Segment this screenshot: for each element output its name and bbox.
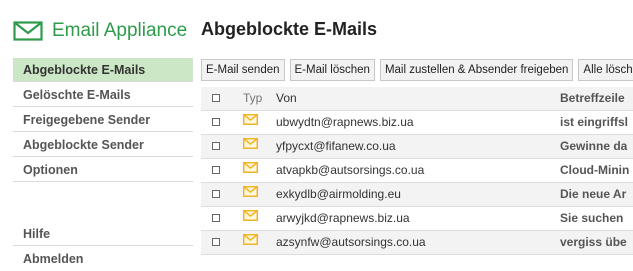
sidebar-item-optionen[interactable]: Optionen <box>13 158 193 182</box>
subject: Gewinne da <box>560 139 628 153</box>
sender-address: atvapkb@autsorsings.co.ua <box>276 163 425 177</box>
row-checkbox[interactable] <box>212 159 226 183</box>
sender-address: ubwydtn@rapnews.biz.ua <box>276 115 414 129</box>
table-row[interactable]: yfpycxt@fifanew.co.ua Gewinne da <box>201 135 633 159</box>
sidebar: Abgeblockte E-Mails Gelöschte E-Mails Fr… <box>13 58 193 271</box>
app-title: Email Appliance <box>52 20 188 41</box>
app-logo: Email Appliance <box>13 15 187 47</box>
column-header-typ[interactable]: Typ <box>243 87 269 111</box>
row-checkbox[interactable] <box>212 183 226 207</box>
sidebar-item-freigegebene-sender[interactable]: Freigegebene Sender <box>13 108 193 132</box>
sender-address: yfpycxt@fifanew.co.ua <box>276 139 396 153</box>
sidebar-item-abgeblockte-emails[interactable]: Abgeblockte E-Mails <box>13 58 193 82</box>
delete-all-button[interactable]: Alle löschen <box>578 59 633 81</box>
delete-email-button[interactable]: E-Mail löschen <box>289 59 375 81</box>
row-checkbox[interactable] <box>212 111 226 135</box>
row-checkbox[interactable] <box>212 207 226 231</box>
envelope-icon <box>243 231 258 253</box>
email-table: Typ Von Betreffzeile ubwydtn@rapnews.biz… <box>201 87 633 255</box>
envelope-icon <box>243 111 258 133</box>
table-row[interactable]: ubwydtn@rapnews.biz.ua ist eingriffsl <box>201 111 633 135</box>
table-row[interactable]: azsynfw@autsorsings.co.ua vergiss übe <box>201 231 633 255</box>
page-title: Abgeblockte E-Mails <box>201 19 378 39</box>
sender-address: exkydlb@airmolding.eu <box>276 187 401 201</box>
send-email-button[interactable]: E-Mail senden <box>201 59 285 81</box>
sidebar-item-hilfe[interactable]: Hilfe <box>13 222 193 246</box>
select-all-checkbox[interactable] <box>212 87 226 111</box>
table-row[interactable]: atvapkb@autsorsings.co.ua Cloud-Minin <box>201 159 633 183</box>
table-header: Typ Von Betreffzeile <box>201 87 633 111</box>
envelope-icon <box>243 159 258 181</box>
column-header-von[interactable]: Von <box>276 87 556 111</box>
deliver-and-release-sender-button[interactable]: Mail zustellen & Absender freigeben <box>379 59 574 81</box>
toolbar: E-Mail senden E-Mail löschen Mail zustel… <box>201 59 633 83</box>
sidebar-item-geloeschte-emails[interactable]: Gelöschte E-Mails <box>13 83 193 107</box>
subject: Sie suchen <box>560 211 624 225</box>
subject: ist eingriffsl <box>560 115 629 129</box>
row-checkbox[interactable] <box>212 231 226 255</box>
envelope-icon <box>243 207 258 229</box>
sidebar-item-abmelden[interactable]: Abmelden <box>13 247 193 271</box>
envelope-icon <box>243 183 258 205</box>
column-header-betreffzeile[interactable]: Betreffzeile <box>560 87 633 111</box>
subject: Die neue Ar <box>560 187 627 201</box>
sender-address: azsynfw@autsorsings.co.ua <box>276 235 426 249</box>
table-row[interactable]: arwyjkd@rapnews.biz.ua Sie suchen <box>201 207 633 231</box>
row-checkbox[interactable] <box>212 135 226 159</box>
sender-address: arwyjkd@rapnews.biz.ua <box>276 211 410 225</box>
envelope-logo-icon <box>13 21 43 41</box>
envelope-icon <box>243 135 258 157</box>
table-row[interactable]: exkydlb@airmolding.eu Die neue Ar <box>201 183 633 207</box>
subject: Cloud-Minin <box>560 163 630 177</box>
subject: vergiss übe <box>560 235 627 249</box>
sidebar-item-abgeblockte-sender[interactable]: Abgeblockte Sender <box>13 133 193 157</box>
